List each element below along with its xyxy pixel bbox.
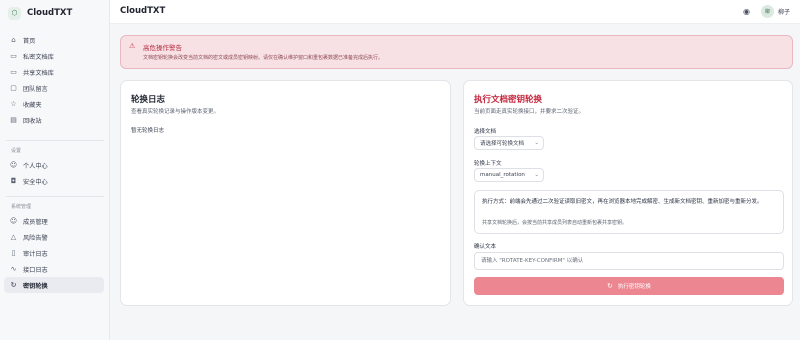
sidebar-item-security[interactable]: ◘ 安全中心	[4, 173, 104, 189]
warning-icon: △	[10, 233, 17, 241]
file-icon: ▯	[11, 249, 16, 257]
sidebar-item-api-log[interactable]: ∿ 接口日志	[4, 261, 104, 277]
sidebar-item-risk-alerts[interactable]: △ 风险告警	[4, 229, 104, 245]
sidebar-item-label: 接口日志	[23, 266, 48, 274]
section-title-admin: 系统管理	[11, 204, 32, 210]
card-subtitle: 当前页面走真实轮换接口，并要求二次验证。	[474, 109, 585, 115]
confirm-text-label: 确认文本	[474, 244, 497, 250]
top-bar: CloudTXT ◉ 柳 柳子	[110, 0, 800, 24]
context-select-label: 轮换上下文	[474, 161, 502, 167]
page-title: CloudTXT	[120, 6, 166, 16]
sidebar-item-home[interactable]: ⌂ 首页	[4, 32, 104, 48]
sidebar-item-members[interactable]: ☺ 成员管理	[4, 213, 104, 229]
execution-info-box: 执行方式：前端会先通过二次验证读取旧密文，再在浏览器本地完成解密、生成新文档密钥…	[474, 190, 784, 234]
document-select-value: 请选择可轮换文档	[480, 141, 525, 147]
document-select-label: 选择文档	[474, 129, 497, 135]
chevron-down-icon: ⌄	[534, 172, 539, 178]
settings-nav: ☺ 个人中心 ◘ 安全中心	[4, 157, 104, 189]
sidebar-item-label: 成员管理	[23, 218, 48, 226]
card-title: 执行文档密钥轮换	[474, 95, 543, 105]
section-title-settings: 设置	[11, 148, 22, 154]
warning-icon: ⚠	[129, 42, 136, 50]
sidebar-item-label: 团队留言	[23, 85, 48, 93]
main-nav: ⌂ 首页 ▭ 私密文档库 ▭ 共享文档库 ▢ 团队留言 ☆ 收藏夹 ▤ 回收站	[4, 32, 104, 128]
execute-rotation-button[interactable]: ↻ 执行密钥轮换	[474, 277, 784, 295]
rotate-icon: ↻	[10, 281, 17, 289]
sidebar-item-label: 风险告警	[23, 234, 48, 242]
divider	[6, 196, 104, 197]
home-icon: ⌂	[11, 36, 16, 44]
danger-alert: ⚠ 高危操作警告 文档密钥轮换会改变当前文档的密文或成员密钥映射。请仅在确认维护…	[120, 35, 793, 69]
message-icon: ▢	[10, 84, 17, 92]
confirm-text-input[interactable]	[474, 252, 784, 270]
folder-share-icon: ▭	[10, 68, 17, 76]
sidebar-item-label: 收藏夹	[23, 101, 42, 109]
execution-info-note: 共享文档轮换后，会按当前共享成员列表自动重新包裹共享密钥。	[482, 220, 628, 226]
card-title: 轮换日志	[131, 95, 166, 105]
sidebar-item-shared-docs[interactable]: ▭ 共享文档库	[4, 64, 104, 80]
sidebar-item-profile[interactable]: ☺ 个人中心	[4, 157, 104, 173]
star-icon: ☆	[10, 100, 17, 108]
users-icon: ☺	[9, 217, 18, 225]
sidebar-item-trash[interactable]: ▤ 回收站	[4, 112, 104, 128]
sidebar-item-label: 审计日志	[23, 250, 48, 258]
card-subtitle: 查看真实轮换记录与操作版本变更。	[131, 109, 220, 115]
sidebar-item-label: 密钥轮换	[23, 282, 48, 290]
shield-icon: ⬡	[8, 6, 21, 20]
sidebar-item-label: 首页	[23, 37, 36, 45]
trash-icon: ▤	[10, 116, 17, 124]
empty-state-text: 暂无轮换日志	[131, 128, 165, 134]
folder-lock-icon: ▭	[10, 52, 17, 60]
user-name[interactable]: 柳子	[778, 7, 790, 16]
document-select[interactable]: 请选择可轮换文档 ⌄	[474, 136, 544, 150]
sidebar-item-label: 安全中心	[23, 178, 48, 186]
context-select-value: manual_rotation	[480, 172, 525, 178]
palette-icon[interactable]: ◉	[741, 6, 752, 17]
lock-icon: ◘	[10, 177, 17, 185]
sidebar-item-team-messages[interactable]: ▢ 团队留言	[4, 80, 104, 96]
admin-nav: ☺ 成员管理 △ 风险告警 ▯ 审计日志 ∿ 接口日志 ↻ 密钥轮换	[4, 213, 104, 293]
brand-name: CloudTXT	[27, 8, 73, 18]
user-icon: ☺	[9, 161, 18, 169]
alert-title: 高危操作警告	[143, 44, 182, 52]
chevron-down-icon: ⌄	[534, 140, 539, 146]
sidebar-item-audit-log[interactable]: ▯ 审计日志	[4, 245, 104, 261]
divider	[6, 140, 104, 141]
context-select[interactable]: manual_rotation ⌄	[474, 168, 544, 182]
sidebar-item-label: 私密文档库	[23, 53, 54, 61]
avatar[interactable]: 柳	[761, 5, 774, 18]
rotate-icon: ↻	[607, 282, 613, 290]
sidebar-item-label: 共享文档库	[23, 69, 54, 77]
sidebar-item-label: 个人中心	[23, 162, 48, 170]
alert-description: 文档密钥轮换会改变当前文档的密文或成员密钥映射。请仅在确认维护窗口和重包裹数据已…	[143, 55, 384, 61]
execute-rotation-label: 执行密钥轮换	[617, 284, 651, 290]
sidebar-item-label: 回收站	[23, 117, 42, 125]
sidebar-item-key-rotation[interactable]: ↻ 密钥轮换	[4, 277, 104, 293]
rotation-log-card: 轮换日志 查看真实轮换记录与操作版本变更。 暂无轮换日志	[120, 80, 451, 306]
sidebar-item-private-docs[interactable]: ▭ 私密文档库	[4, 48, 104, 64]
brand[interactable]: ⬡ CloudTXT	[0, 0, 109, 26]
sidebar-item-favorites[interactable]: ☆ 收藏夹	[4, 96, 104, 112]
rotation-form-card: 执行文档密钥轮换 当前页面走真实轮换接口，并要求二次验证。 选择文档 请选择可轮…	[463, 80, 793, 306]
sidebar: ⬡ CloudTXT ⌂ 首页 ▭ 私密文档库 ▭ 共享文档库 ▢ 团队留言 ☆…	[0, 0, 110, 340]
execution-info-text: 执行方式：前端会先通过二次验证读取旧密文，再在浏览器本地完成解密、生成新文档密钥…	[482, 199, 763, 205]
activity-icon: ∿	[10, 265, 17, 273]
